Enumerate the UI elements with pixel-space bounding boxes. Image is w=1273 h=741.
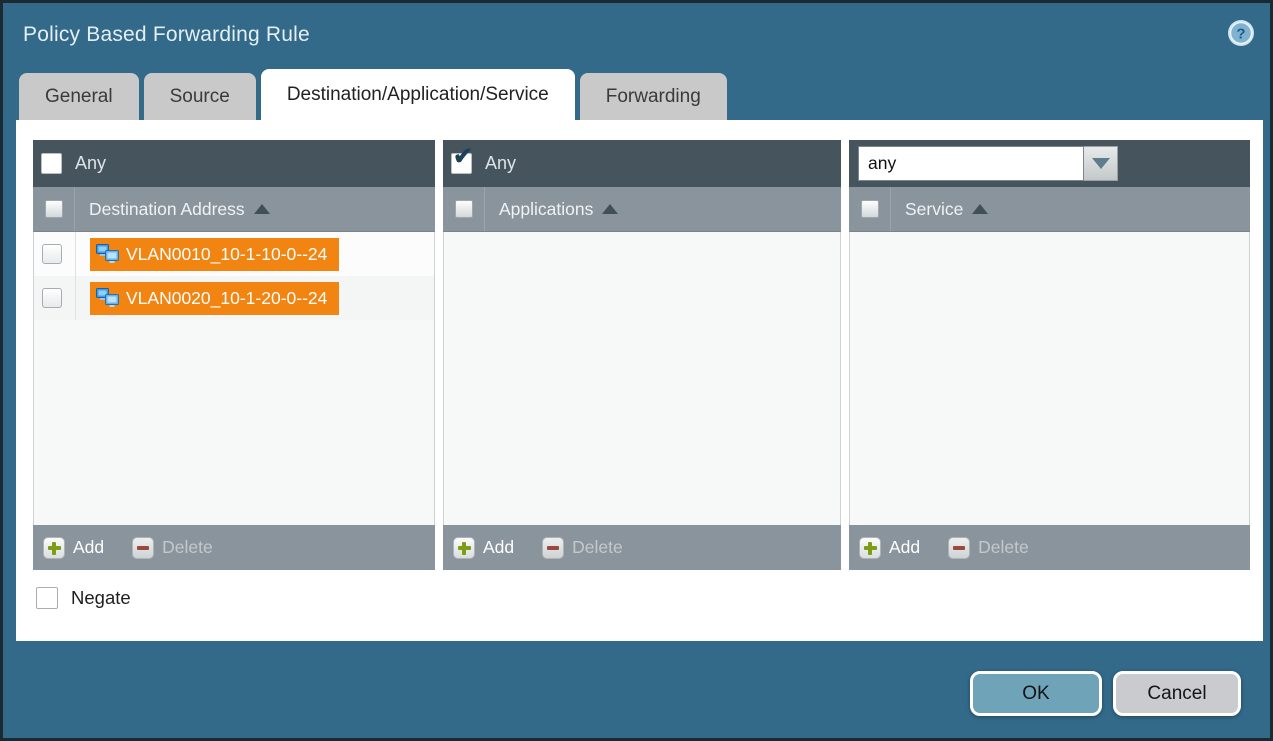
negate-label: Negate <box>71 587 131 609</box>
applications-any-label: Any <box>485 153 516 174</box>
service-list <box>849 232 1250 525</box>
network-address-icon <box>96 244 119 264</box>
tab-general[interactable]: General <box>19 73 139 121</box>
minus-icon <box>948 537 970 559</box>
ok-button[interactable]: OK <box>970 671 1102 716</box>
delete-button[interactable]: Delete <box>132 537 213 559</box>
applications-header-label[interactable]: Applications <box>499 199 593 220</box>
delete-button[interactable]: Delete <box>542 537 623 559</box>
plus-icon <box>859 537 881 559</box>
address-object-label: VLAN0010_10-1-10-0--24 <box>126 244 327 265</box>
applications-select-all-checkbox[interactable] <box>455 200 473 218</box>
table-row[interactable]: VLAN0010_10-1-10-0--24 <box>34 232 434 276</box>
applications-column: ✔ Any Applications Add Delete <box>443 140 841 570</box>
network-address-icon <box>96 288 119 308</box>
applications-toolbar: Add Delete <box>443 525 841 570</box>
destination-any-bar: Any <box>33 140 435 187</box>
address-object-chip[interactable]: VLAN0010_10-1-10-0--24 <box>90 238 339 271</box>
checkmark-icon: ✔ <box>453 145 473 169</box>
table-row[interactable]: VLAN0020_10-1-20-0--24 <box>34 276 434 320</box>
address-object-label: VLAN0020_10-1-20-0--24 <box>126 288 327 309</box>
destination-address-column: Any Destination Address <box>33 140 435 570</box>
destination-any-checkbox[interactable] <box>41 153 62 174</box>
applications-list <box>443 232 841 525</box>
destination-column-header: Destination Address <box>33 187 435 232</box>
service-column: any Service Add Delete <box>849 140 1250 570</box>
service-header-label[interactable]: Service <box>905 199 963 220</box>
row-checkbox[interactable] <box>42 244 62 264</box>
plus-icon <box>43 537 65 559</box>
negate-row: Negate <box>36 587 131 609</box>
policy-based-forwarding-dialog: Policy Based Forwarding Rule ? General S… <box>0 0 1273 741</box>
destination-any-label: Any <box>75 153 106 174</box>
help-icon[interactable]: ? <box>1227 19 1255 47</box>
chevron-down-icon[interactable] <box>1084 146 1118 181</box>
destination-toolbar: Add Delete <box>33 525 435 570</box>
add-button[interactable]: Add <box>43 537 104 559</box>
negate-checkbox[interactable] <box>36 587 58 609</box>
service-dropdown[interactable]: any <box>858 146 1118 181</box>
applications-any-checkbox[interactable]: ✔ <box>451 153 472 174</box>
add-button[interactable]: Add <box>859 537 920 559</box>
dialog-title: Policy Based Forwarding Rule <box>23 23 310 47</box>
cancel-button[interactable]: Cancel <box>1113 671 1241 716</box>
plus-icon <box>453 537 475 559</box>
svg-text:?: ? <box>1236 26 1245 43</box>
tab-forwarding[interactable]: Forwarding <box>580 73 727 121</box>
add-button[interactable]: Add <box>453 537 514 559</box>
destination-header-label[interactable]: Destination Address <box>89 199 245 220</box>
service-select-all-checkbox[interactable] <box>861 200 879 218</box>
sort-asc-icon[interactable] <box>602 204 618 214</box>
sort-asc-icon[interactable] <box>254 204 270 214</box>
service-dropdown-bar: any <box>849 140 1250 187</box>
destination-select-all-checkbox[interactable] <box>45 200 63 218</box>
service-dropdown-value[interactable]: any <box>858 146 1084 181</box>
tab-bar: General Source Destination/Application/S… <box>19 69 727 121</box>
applications-column-header: Applications <box>443 187 841 232</box>
help-icon-glyph: ? <box>1227 19 1255 47</box>
destination-list: VLAN0010_10-1-10-0--24 VLAN0020_10-1-20- <box>33 232 435 525</box>
sort-asc-icon[interactable] <box>972 204 988 214</box>
service-toolbar: Add Delete <box>849 525 1250 570</box>
applications-any-bar: ✔ Any <box>443 140 841 187</box>
service-column-header: Service <box>849 187 1250 232</box>
row-checkbox[interactable] <box>42 288 62 308</box>
minus-icon <box>542 537 564 559</box>
delete-button[interactable]: Delete <box>948 537 1029 559</box>
tab-destination-application-service[interactable]: Destination/Application/Service <box>261 69 575 121</box>
address-object-chip[interactable]: VLAN0020_10-1-20-0--24 <box>90 282 339 315</box>
minus-icon <box>132 537 154 559</box>
tab-source[interactable]: Source <box>144 73 256 121</box>
